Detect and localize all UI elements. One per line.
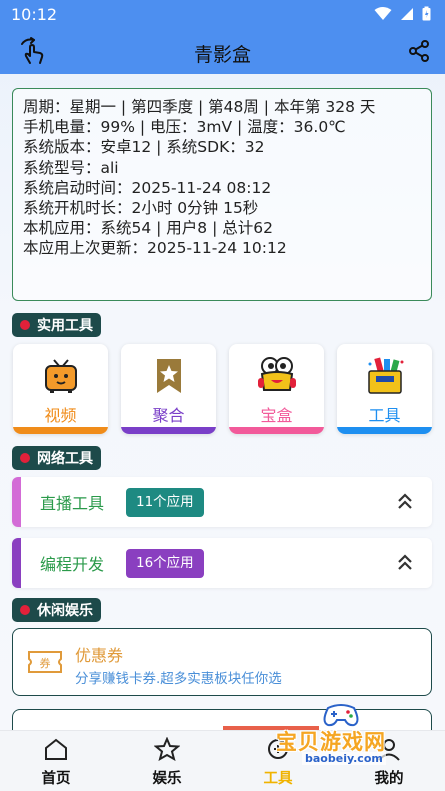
app-count-badge: 11个应用 (126, 488, 204, 517)
status-bar: 10:12 (0, 0, 445, 30)
nav-label: 娱乐 (152, 771, 182, 787)
section-title: 网络工具 (37, 451, 93, 467)
info-line-version: 系统版本：安卓12 | 系统SDK：32 (23, 138, 265, 157)
app-count-badge: 16个应用 (126, 549, 204, 578)
gamepad-icon (323, 704, 359, 727)
toolbox-icon (337, 356, 432, 396)
share-icon[interactable] (407, 39, 431, 67)
bookmark-star-icon (121, 356, 216, 396)
row-name: 编程开发 (40, 555, 105, 574)
tile-aggregate-bar (121, 427, 216, 434)
status-time: 10:12 (11, 5, 58, 24)
network-row-dev[interactable]: 编程开发 16个应用 (12, 538, 432, 588)
info-line-uptime: 系统开机时长：2小时 0分钟 15秒 (23, 199, 259, 218)
tile-box[interactable]: 宝盒 (229, 344, 324, 434)
app-title: 青影盒 (193, 44, 251, 66)
app-bar: 青影盒 (0, 30, 445, 74)
info-line-period: 周期：星期一 | 第四季度 | 第48周 | 本年第 328 天 (23, 98, 376, 116)
tv-icon (13, 356, 108, 396)
svg-text:券: 券 (40, 656, 51, 670)
tile-video-label: 视频 (44, 406, 77, 425)
system-info-card: 周期：星期一 | 第四季度 | 第48周 | 本年第 328 天 手机电量：99… (12, 88, 432, 301)
info-line-apps: 本机应用：系统54 | 用户8 | 总计62 (23, 219, 273, 238)
coupon-title: 优惠券 (75, 646, 124, 665)
row-accent (12, 477, 21, 527)
section-header-network: 网络工具 (12, 446, 101, 470)
section-header-leisure: 休闲娱乐 (12, 598, 101, 622)
tile-box-bar (229, 427, 324, 434)
info-line-boot-time: 系统启动时间：2025-11-24 08:12 (23, 178, 272, 197)
chevron-double-up-icon[interactable] (396, 489, 414, 517)
info-line-battery: 手机电量：99% | 电压：3mV | 温度：36.0℃ (23, 118, 346, 137)
nav-home[interactable]: 首页 (26, 737, 86, 788)
tile-video-bar (13, 427, 108, 434)
watermark: 宝贝游戏网 baobeiy.com (268, 700, 418, 772)
section-dot-icon (20, 320, 30, 330)
section-title: 休闲娱乐 (37, 603, 93, 619)
row-name: 直播工具 (40, 494, 105, 513)
chevron-double-up-icon[interactable] (396, 550, 414, 578)
info-line-model: 系统型号：ali (23, 158, 119, 177)
section-title: 实用工具 (37, 318, 93, 334)
info-line-last-update: 本应用上次更新：2025-11-24 10:12 (23, 239, 287, 258)
coupon-ticket-icon: 券 (27, 648, 63, 680)
mascot-icon (229, 356, 324, 396)
wifi-icon (374, 6, 392, 20)
tile-tools[interactable]: 工具 (337, 344, 432, 434)
tile-tools-label: 工具 (368, 406, 401, 425)
section-dot-icon (20, 605, 30, 615)
tile-video[interactable]: 视频 (13, 344, 108, 434)
tile-aggregate[interactable]: 聚合 (121, 344, 216, 434)
battery-icon (422, 6, 431, 21)
tile-tools-bar (337, 427, 432, 434)
tile-aggregate-label: 聚合 (152, 406, 185, 425)
home-icon (45, 738, 67, 760)
coupon-card[interactable]: 券 优惠券 分享赚钱卡券.超多实惠板块任你选 (12, 628, 432, 696)
star-icon (153, 736, 181, 762)
status-icons (374, 6, 431, 21)
signal-icon (401, 7, 413, 20)
watermark-url: baobeiy.com (302, 752, 386, 765)
section-header-tools: 实用工具 (12, 313, 101, 337)
network-row-live[interactable]: 直播工具 11个应用 (12, 477, 432, 527)
tile-box-label: 宝盒 (260, 406, 293, 425)
nav-label: 首页 (41, 771, 71, 787)
coupon-subtitle: 分享赚钱卡券.超多实惠板块任你选 (75, 671, 282, 687)
section-dot-icon (20, 453, 30, 463)
nav-entertainment[interactable]: 娱乐 (137, 736, 197, 788)
row-accent (12, 538, 21, 588)
